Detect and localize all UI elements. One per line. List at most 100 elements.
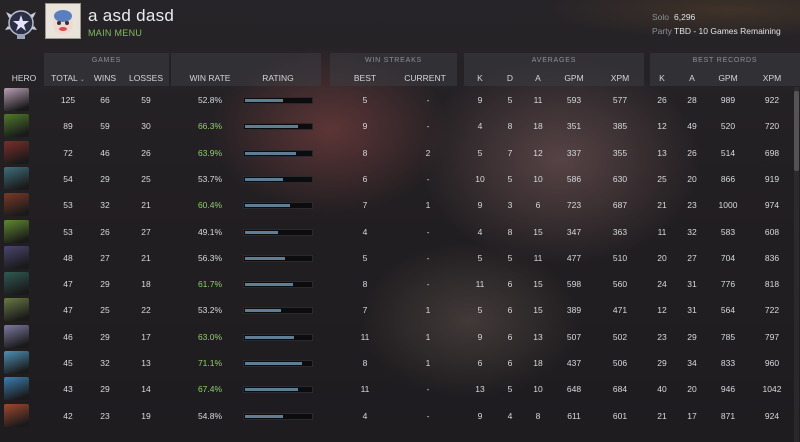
col-header-xpm[interactable]: XPM xyxy=(606,73,634,83)
table-row[interactable]: 125 66 59 52.8% 5 - 9 5 11 593 577 26 28 989 922 xyxy=(0,87,800,112)
cell-gpm: 347 xyxy=(566,226,582,237)
party-mmr-value: TBD - 10 Games Remaining xyxy=(674,26,781,36)
cell-win-rate: 52.8% xyxy=(197,95,223,105)
hero-portrait-icon[interactable] xyxy=(4,245,29,269)
cell-rk: 21 xyxy=(657,200,667,211)
rating-bar-fill xyxy=(245,309,281,313)
hero-portrait-icon[interactable] xyxy=(4,403,29,427)
hero-portrait-icon[interactable] xyxy=(4,114,29,138)
cell-total: 48 xyxy=(63,252,73,263)
col-header-record-xpm[interactable]: XPM xyxy=(758,73,786,83)
cell-gpm: 389 xyxy=(566,305,582,316)
cell-k: 9 xyxy=(477,95,483,105)
col-header-record-a[interactable]: A xyxy=(684,73,700,83)
col-header-hero[interactable]: HERO xyxy=(6,73,42,83)
hero-portrait-icon[interactable] xyxy=(4,166,29,190)
col-header-k[interactable]: K xyxy=(472,73,488,83)
cell-losses: 17 xyxy=(141,331,151,342)
cell-rxpm: 722 xyxy=(764,305,780,316)
cell-d: 6 xyxy=(507,279,513,290)
col-header-best[interactable]: BEST xyxy=(350,73,380,83)
table-row[interactable]: 72 46 26 63.9% 8 2 5 7 12 337 355 13 26 514 698 xyxy=(0,140,800,165)
col-header-record-gpm[interactable]: GPM xyxy=(714,73,742,83)
cell-rxpm: 922 xyxy=(764,95,780,105)
rating-bar-fill xyxy=(245,335,294,339)
table-row[interactable]: 47 29 18 61.7% 8 - 11 6 15 598 560 24 31 776 818 xyxy=(0,271,800,296)
player-avatar[interactable] xyxy=(45,3,81,39)
col-header-total[interactable]: TOTAL ⌄ xyxy=(50,73,86,83)
col-header-win-rate[interactable]: WIN RATE xyxy=(182,73,238,83)
cell-gpm: 337 xyxy=(566,147,582,158)
cell-xpm: 510 xyxy=(612,252,628,263)
rating-bar-fill xyxy=(245,362,302,365)
col-header-current[interactable]: CURRENT xyxy=(402,73,448,83)
hero-portrait-icon[interactable] xyxy=(4,140,29,164)
hero-portrait-icon[interactable] xyxy=(4,377,29,401)
scrollbar[interactable] xyxy=(794,87,799,442)
cell-rk: 24 xyxy=(657,279,667,290)
cell-a: 15 xyxy=(533,279,543,290)
hero-portrait-icon[interactable] xyxy=(4,324,29,348)
cell-d: 4 xyxy=(507,410,513,421)
mmr-panel: Solo 6,296 Party TBD - 10 Games Remaining xyxy=(652,10,781,38)
col-header-gpm[interactable]: GPM xyxy=(560,73,588,83)
rating-bar xyxy=(243,333,313,341)
rating-bar xyxy=(243,254,313,262)
table-row[interactable]: 47 25 22 53.2% 7 1 5 6 15 389 471 12 31 564 722 xyxy=(0,297,800,322)
cell-total: 45 xyxy=(63,358,73,368)
table-row[interactable]: 48 27 21 56.3% 5 - 5 5 11 477 510 20 27 704 836 xyxy=(0,245,800,270)
cell-rgpm: 1000 xyxy=(718,200,738,211)
cell-k: 9 xyxy=(477,410,483,421)
hero-portrait-icon[interactable] xyxy=(4,219,29,243)
col-header-wins[interactable]: WINS xyxy=(90,73,120,83)
cell-wins: 32 xyxy=(100,358,110,368)
cell-rk: 12 xyxy=(657,121,667,132)
hero-portrait-icon[interactable] xyxy=(4,272,29,296)
table-row[interactable]: 89 59 30 66.3% 9 - 4 8 18 351 385 12 49 520 720 xyxy=(0,113,800,138)
cell-d: 6 xyxy=(507,358,513,368)
cell-total: 72 xyxy=(63,147,73,158)
cell-k: 4 xyxy=(477,226,483,237)
col-header-d[interactable]: D xyxy=(502,73,518,83)
cell-k: 9 xyxy=(477,331,483,342)
table-row[interactable]: 45 32 13 71.1% 8 1 6 6 18 437 506 29 34 833 960 xyxy=(0,350,800,375)
hero-portrait-icon[interactable] xyxy=(4,88,29,111)
table-row[interactable]: 46 29 17 63.0% 11 1 9 6 13 507 502 23 29 785 797 xyxy=(0,324,800,349)
hero-portrait-icon[interactable] xyxy=(4,193,29,217)
cell-rk: 12 xyxy=(657,305,667,316)
avatar-cartoon-icon xyxy=(53,10,73,34)
cell-a: 13 xyxy=(533,331,543,342)
col-header-record-k[interactable]: K xyxy=(654,73,670,83)
cell-total: 89 xyxy=(63,121,73,132)
cell-rgpm: 520 xyxy=(720,121,736,132)
cell-rk: 29 xyxy=(657,358,667,368)
cell-win-rate: 71.1% xyxy=(197,358,223,368)
cell-rxpm: 960 xyxy=(764,358,780,368)
table-row[interactable]: 54 29 25 53.7% 6 - 10 5 10 586 630 25 20 866 919 xyxy=(0,166,800,191)
hero-portrait-icon[interactable] xyxy=(4,351,29,374)
rating-bar-fill xyxy=(245,230,278,234)
hero-portrait-icon[interactable] xyxy=(4,298,29,322)
cell-wins: 32 xyxy=(100,200,110,211)
scrollbar-thumb[interactable] xyxy=(794,91,799,171)
cell-xpm: 355 xyxy=(612,147,628,158)
cell-current: - xyxy=(426,384,430,395)
cell-win-rate: 53.2% xyxy=(197,305,223,316)
cell-best: 8 xyxy=(362,279,368,290)
cell-wins: 29 xyxy=(100,173,110,184)
cell-losses: 30 xyxy=(141,121,151,132)
main-menu-link[interactable]: MAIN MENU xyxy=(88,28,142,38)
cell-rgpm: 871 xyxy=(720,410,736,421)
col-header-losses[interactable]: LOSSES xyxy=(126,73,166,83)
rating-bar xyxy=(243,386,313,394)
table-row[interactable]: 53 32 21 60.4% 7 1 9 3 6 723 687 21 23 1000 974 xyxy=(0,192,800,217)
table-row[interactable]: 53 26 27 49.1% 4 - 4 8 15 347 363 11 32 583 608 xyxy=(0,219,800,244)
table-row[interactable]: 43 29 14 67.4% 11 - 13 5 10 648 684 40 20 946 1042 xyxy=(0,376,800,401)
cell-rk: 20 xyxy=(657,252,667,263)
cell-d: 5 xyxy=(507,252,513,263)
table-row[interactable]: 42 23 19 54.8% 4 - 9 4 8 611 601 21 17 871 924 xyxy=(0,403,800,428)
col-header-a[interactable]: A xyxy=(530,73,546,83)
col-header-rating[interactable]: RATING xyxy=(255,73,301,83)
cell-d: 5 xyxy=(507,95,513,105)
cell-a: 8 xyxy=(535,410,541,421)
